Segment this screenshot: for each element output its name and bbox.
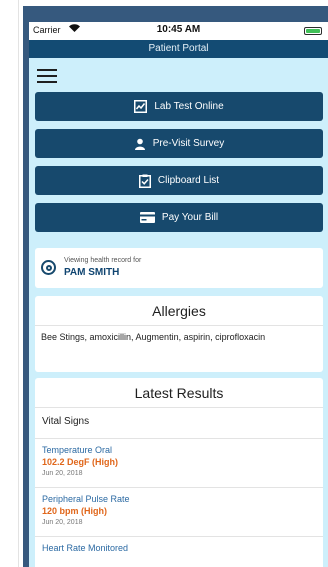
credit-card-icon <box>139 212 155 223</box>
phone-device: Carrier 10:45 AM Patient Portal Lab Test… <box>23 6 328 567</box>
clock: 10:45 AM <box>156 24 201 35</box>
lab-test-online-label: Lab Test Online <box>154 101 224 112</box>
result-value: 120 bpm (High) <box>42 506 108 516</box>
battery-icon <box>304 27 322 35</box>
allergies-card: Allergies Bee Stings, amoxicillin, Augme… <box>35 296 323 372</box>
clipboard-check-icon <box>138 174 151 188</box>
latest-results-card: Latest Results Vital Signs Temperature O… <box>35 378 323 567</box>
patient-name: PAM SMITH <box>64 267 120 278</box>
allergies-title: Allergies <box>152 303 206 319</box>
result-item[interactable]: Peripheral Pulse Rate 120 bpm (High) Jun… <box>35 488 323 536</box>
viewing-caption: Viewing health record for <box>64 257 142 264</box>
result-item[interactable]: Heart Rate Monitored <box>35 537 323 567</box>
user-icon <box>134 138 146 150</box>
page-title: Patient Portal <box>29 40 328 58</box>
result-date: Jun 20, 2018 <box>42 470 83 477</box>
result-value: 102.2 DegF (High) <box>42 457 119 467</box>
result-date: Jun 20, 2018 <box>42 519 83 526</box>
status-bar: Carrier 10:45 AM <box>29 22 328 40</box>
pre-visit-survey-button[interactable]: Pre-Visit Survey <box>35 129 323 158</box>
clipboard-list-button[interactable]: Clipboard List <box>35 166 323 195</box>
result-name: Temperature Oral <box>42 445 113 455</box>
pay-your-bill-button[interactable]: Pay Your Bill <box>35 203 323 232</box>
clipboard-list-label: Clipboard List <box>157 175 220 186</box>
lab-test-online-button[interactable]: Lab Test Online <box>35 92 323 121</box>
latest-results-title: Latest Results <box>134 385 224 401</box>
hamburger-menu-icon[interactable] <box>37 66 57 86</box>
result-name: Peripheral Pulse Rate <box>42 494 130 504</box>
result-name: Heart Rate Monitored <box>42 543 129 553</box>
app-screen: Carrier 10:45 AM Patient Portal Lab Test… <box>29 22 328 567</box>
chart-icon <box>134 100 148 113</box>
left-frame <box>0 0 19 567</box>
screenshot-frame: Carrier 10:45 AM Patient Portal Lab Test… <box>0 0 328 567</box>
allergies-list: Bee Stings, amoxicillin, Augmentin, aspi… <box>41 332 266 342</box>
pre-visit-survey-label: Pre-Visit Survey <box>152 138 225 149</box>
pay-your-bill-label: Pay Your Bill <box>161 212 219 223</box>
result-item[interactable]: Temperature Oral 102.2 DegF (High) Jun 2… <box>35 439 323 487</box>
viewing-record-card[interactable]: Viewing health record for PAM SMITH <box>35 248 323 288</box>
at-sign-icon <box>41 260 56 275</box>
section-header: Vital Signs <box>42 416 90 427</box>
